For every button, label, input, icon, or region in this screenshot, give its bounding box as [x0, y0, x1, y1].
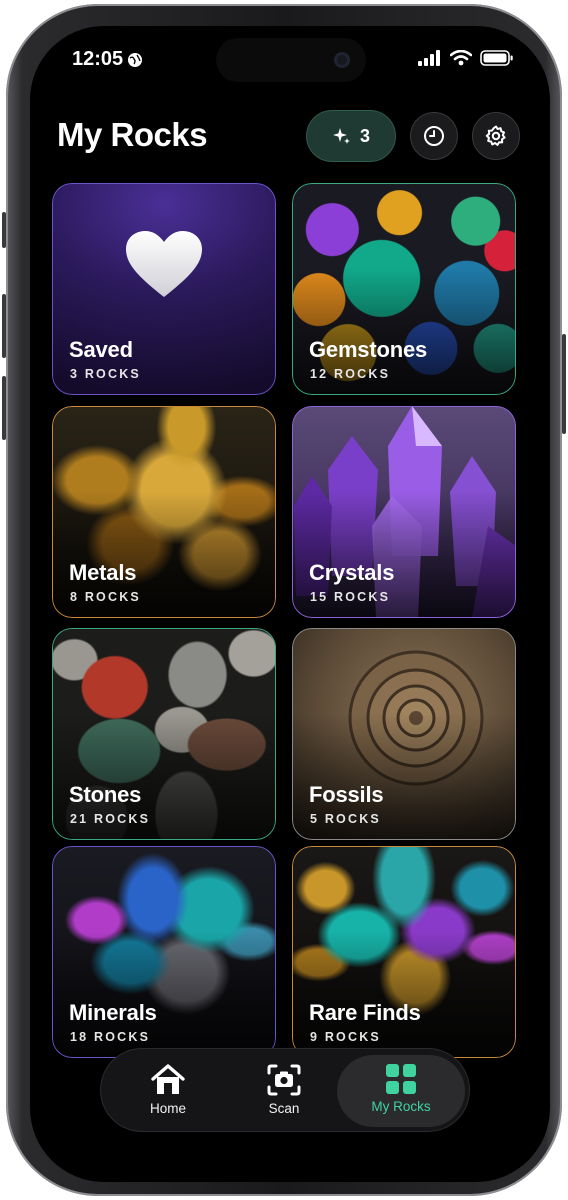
card-shade — [292, 183, 516, 395]
category-name: Rare Finds — [309, 1000, 421, 1025]
tab-label: Home — [149, 1101, 186, 1116]
page-title: My Rocks — [57, 116, 208, 153]
globe-icon — [128, 52, 143, 67]
tab-scan[interactable]: Scan — [229, 1059, 339, 1123]
volume-down-button — [2, 376, 6, 440]
card-shade — [52, 846, 276, 1058]
category-name: Stones — [69, 782, 142, 807]
history-button[interactable] — [410, 112, 458, 160]
volume-up-button — [2, 294, 6, 358]
card-shade — [292, 846, 516, 1058]
camera-icon — [334, 52, 350, 68]
home-icon — [151, 1064, 185, 1094]
clock-icon — [424, 126, 444, 146]
category-card-saved[interactable]: Saved 3 ROCKS — [52, 183, 276, 395]
category-name: Saved — [69, 337, 133, 362]
category-count: 9 ROCKS — [310, 1030, 381, 1044]
status-time: 12:05 — [72, 48, 143, 71]
card-shade — [292, 628, 516, 840]
category-count: 18 ROCKS — [70, 1030, 151, 1044]
grid-icon — [386, 1064, 416, 1094]
sparkle-credits-button[interactable]: 3 — [306, 110, 396, 162]
tab-bar: Home Scan My Rocks — [100, 1048, 470, 1132]
action-button — [2, 212, 6, 248]
category-name: Crystals — [309, 560, 395, 585]
category-name: Fossils — [309, 782, 384, 807]
category-card-minerals[interactable]: Minerals 18 ROCKS — [52, 846, 276, 1058]
scan-camera-icon — [267, 1064, 301, 1096]
category-count: 21 ROCKS — [70, 812, 151, 826]
screen: 12:05 My Rocks 3 Saved 3 ROCKS Gemstones… — [30, 26, 550, 1182]
category-name: Minerals — [69, 1000, 157, 1025]
card-shade — [292, 406, 516, 618]
phone-frame: 12:05 My Rocks 3 Saved 3 ROCKS Gemstones… — [2, 4, 566, 1196]
category-count: 12 ROCKS — [310, 367, 391, 381]
power-button — [562, 334, 566, 434]
heart-icon — [126, 231, 202, 297]
sparkle-icon — [332, 128, 350, 144]
category-card-crystals[interactable]: Crystals 15 ROCKS — [292, 406, 516, 618]
category-count: 3 ROCKS — [70, 367, 141, 381]
settings-button[interactable] — [472, 112, 520, 160]
tab-my-rocks[interactable]: My Rocks — [337, 1055, 465, 1127]
category-count: 15 ROCKS — [310, 590, 391, 604]
status-icons — [418, 50, 514, 66]
category-count: 8 ROCKS — [70, 590, 141, 604]
category-card-fossils[interactable]: Fossils 5 ROCKS — [292, 628, 516, 840]
gear-icon — [485, 125, 506, 146]
tab-label: Scan — [268, 1101, 300, 1116]
clock-text: 12:05 — [72, 48, 124, 70]
category-count: 5 ROCKS — [310, 812, 381, 826]
dynamic-island — [216, 38, 366, 82]
category-name: Metals — [69, 560, 137, 585]
category-card-metals[interactable]: Metals 8 ROCKS — [52, 406, 276, 618]
category-card-rare-finds[interactable]: Rare Finds 9 ROCKS — [292, 846, 516, 1058]
card-shade — [52, 628, 276, 840]
sparkle-count: 3 — [359, 125, 370, 146]
tab-home[interactable]: Home — [113, 1059, 223, 1123]
category-card-gemstones[interactable]: Gemstones 12 ROCKS — [292, 183, 516, 395]
card-shade — [52, 406, 276, 618]
wifi-icon — [450, 50, 472, 66]
battery-icon — [480, 50, 513, 66]
tab-label: My Rocks — [371, 1099, 431, 1114]
cellular-signal-icon — [418, 50, 440, 66]
category-card-stones[interactable]: Stones 21 ROCKS — [52, 628, 276, 840]
category-name: Gemstones — [309, 337, 428, 362]
